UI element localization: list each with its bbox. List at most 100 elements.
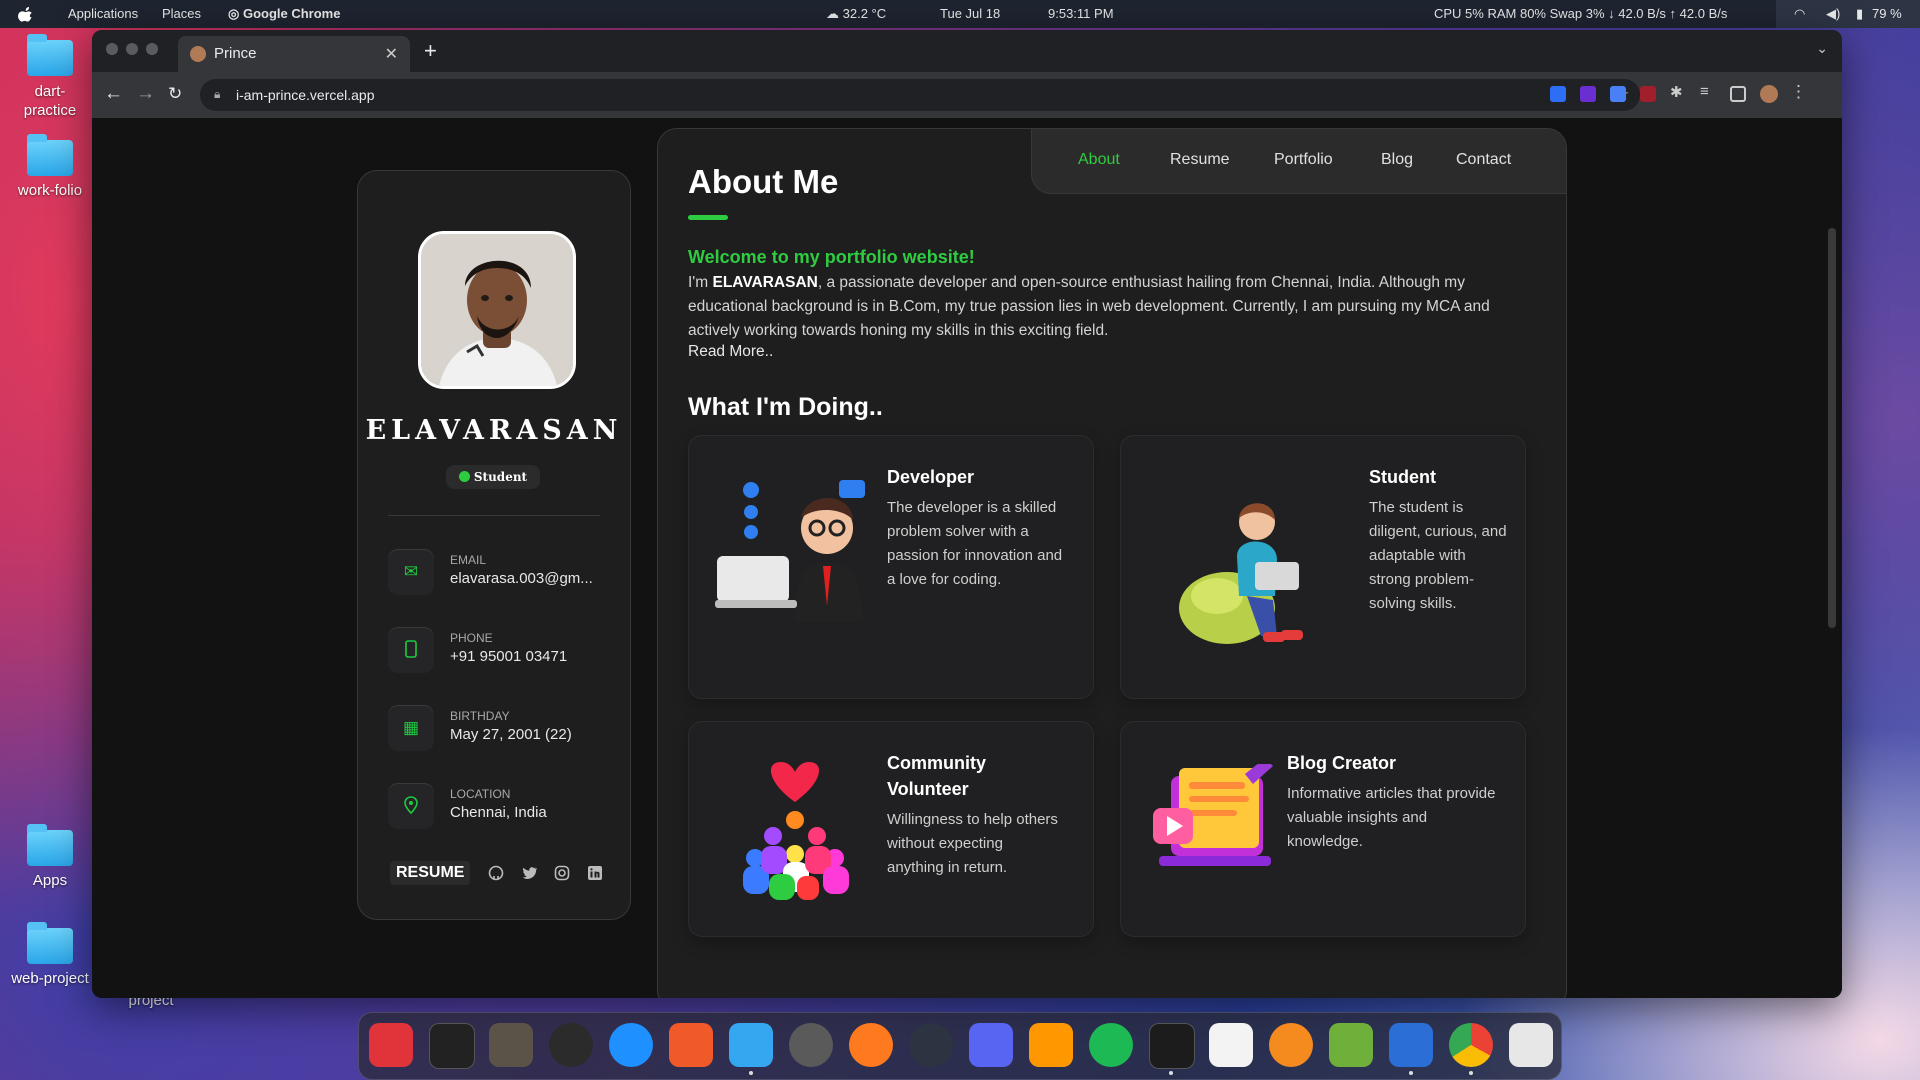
- dock: [358, 1012, 1562, 1080]
- contact-email: ✉ EMAIL elavarasa.003@gm...: [388, 549, 618, 601]
- status-badge: Student: [446, 465, 540, 489]
- minimize-window-button[interactable]: [126, 43, 138, 55]
- desktop-folder-work-folio[interactable]: work-folio: [5, 134, 95, 199]
- nav-contact[interactable]: Contact: [1456, 151, 1511, 169]
- reload-icon[interactable]: ↻: [168, 84, 182, 104]
- service-description: Willingness to help others without expec…: [887, 811, 1058, 876]
- divider: [388, 515, 600, 516]
- finder-app-icon[interactable]: [729, 1023, 773, 1067]
- page-title: About Me: [688, 163, 839, 200]
- notes-app-icon[interactable]: [369, 1023, 413, 1067]
- extension-icon[interactable]: [1550, 86, 1566, 102]
- extension-icon[interactable]: [1610, 86, 1626, 102]
- service-title: Community Volunteer: [887, 753, 986, 799]
- nav-about[interactable]: About: [1078, 151, 1120, 169]
- blender-app-icon[interactable]: [1269, 1023, 1313, 1067]
- nvidia-app-icon[interactable]: [549, 1023, 593, 1067]
- active-app-name[interactable]: ◎ Google Chrome: [228, 6, 340, 22]
- calculator-app-icon[interactable]: [489, 1023, 533, 1067]
- desktop-folder-apps[interactable]: Apps: [5, 824, 95, 889]
- service-title: Student: [1369, 467, 1436, 487]
- chrome-icon: ◎: [228, 6, 243, 21]
- files-app-icon[interactable]: [429, 1023, 475, 1069]
- browser-tab[interactable]: Prince ✕: [178, 36, 410, 72]
- status-tray[interactable]: ◠ ◀) ▮ 79 %: [1776, 0, 1920, 28]
- wifi-icon[interactable]: ◠: [1794, 6, 1805, 22]
- close-window-button[interactable]: [106, 43, 118, 55]
- firefox-app-icon[interactable]: [849, 1023, 893, 1067]
- nav-portfolio[interactable]: Portfolio: [1274, 151, 1333, 169]
- settings-app-icon[interactable]: [789, 1023, 833, 1067]
- chrome-app-icon[interactable]: [1449, 1023, 1493, 1067]
- side-panel-icon[interactable]: [1730, 86, 1746, 102]
- nav-resume[interactable]: Resume: [1170, 151, 1230, 169]
- service-title: Blog Creator: [1287, 753, 1397, 773]
- url-text[interactable]: i-am-prince.vercel.app: [236, 87, 375, 103]
- intro-name: ELAVARASAN: [712, 274, 818, 291]
- profile-photo: [421, 234, 573, 386]
- birthday-value: May 27, 2001 (22): [450, 726, 572, 743]
- resume-button[interactable]: RESUME: [390, 861, 471, 885]
- welcome-heading: Welcome to my portfolio website!: [688, 247, 975, 267]
- github-icon[interactable]: [488, 865, 504, 881]
- browser-toolbar: ← → ↻ 🔒︎ i-am-prince.vercel.app < ☆ ✱ ≡ …: [92, 72, 1842, 118]
- address-bar[interactable]: 🔒︎ i-am-prince.vercel.app < ☆: [200, 79, 1640, 111]
- apple-icon[interactable]: [18, 3, 34, 23]
- skype-app-icon[interactable]: [609, 1023, 653, 1067]
- read-more-link[interactable]: Read More..: [688, 343, 773, 361]
- contact-phone: PHONE +91 95001 03471: [388, 627, 618, 679]
- phone-link[interactable]: +91 95001 03471: [450, 648, 567, 665]
- status-dot-icon: [458, 471, 470, 482]
- git-app-icon[interactable]: [669, 1023, 713, 1067]
- contact-location: LOCATION Chennai, India: [388, 783, 618, 835]
- battery-icon[interactable]: ▮: [1856, 6, 1863, 22]
- email-link[interactable]: elavarasa.003@gm...: [450, 570, 593, 587]
- date-display: Tue Jul 18: [940, 6, 1001, 21]
- discord-app-icon[interactable]: [969, 1023, 1013, 1067]
- virtualbox-app-icon[interactable]: [1329, 1023, 1373, 1067]
- service-card-student: Student The student is diligent, curious…: [1120, 435, 1526, 699]
- service-description: Informative articles that provide valuab…: [1287, 785, 1496, 850]
- new-tab-icon[interactable]: +: [424, 38, 437, 64]
- student-illustration: [1177, 496, 1307, 651]
- service-card-volunteer: Community Volunteer Willingness to help …: [688, 721, 1094, 937]
- places-menu[interactable]: Places: [162, 6, 201, 21]
- page-scrollbar[interactable]: [1828, 228, 1836, 628]
- profile-avatar-icon[interactable]: [1760, 85, 1778, 103]
- vscode-app-icon[interactable]: [1389, 1023, 1433, 1067]
- maximize-window-button[interactable]: [146, 43, 158, 55]
- twitter-icon[interactable]: [521, 865, 538, 881]
- volume-icon[interactable]: ◀): [1826, 6, 1840, 22]
- folder-icon: [27, 134, 73, 176]
- forward-icon[interactable]: →: [136, 83, 155, 105]
- window-controls[interactable]: [106, 42, 166, 60]
- back-icon[interactable]: ←: [104, 83, 123, 105]
- nav-blog[interactable]: Blog: [1381, 151, 1413, 169]
- applications-menu[interactable]: Applications: [68, 6, 138, 21]
- desktop-folder-dart-practice[interactable]: dart- practice: [5, 34, 95, 120]
- reading-list-icon[interactable]: ≡: [1700, 83, 1716, 100]
- puzzle-icon[interactable]: ✱: [1670, 83, 1686, 101]
- location-icon: [388, 783, 434, 829]
- extension-icon[interactable]: [1580, 86, 1596, 102]
- more-menu-icon[interactable]: ⋮: [1790, 82, 1807, 101]
- tab-search-icon[interactable]: ⌄: [1816, 40, 1828, 57]
- extension-icon[interactable]: [1640, 86, 1656, 102]
- sublime-app-icon[interactable]: [1029, 1023, 1073, 1067]
- page-viewport: ELAVARASAN Student ✉ EMAIL elavarasa.003…: [92, 118, 1842, 998]
- spotify-app-icon[interactable]: [1089, 1023, 1133, 1067]
- service-description: The developer is a skilled problem solve…: [887, 499, 1063, 588]
- avatar: [418, 231, 576, 389]
- linkedin-icon[interactable]: [587, 865, 603, 881]
- desktop-folder-web-project[interactable]: web-project: [5, 922, 95, 987]
- stacer-app-icon[interactable]: [909, 1023, 953, 1067]
- system-menubar: Applications Places ◎ Google Chrome ☁ 32…: [0, 0, 1920, 28]
- app-grid-icon[interactable]: [1509, 1023, 1553, 1067]
- instagram-icon[interactable]: [554, 865, 570, 881]
- contact-label: LOCATION: [450, 787, 511, 801]
- clock-display: 9:53:11 PM: [1048, 6, 1114, 21]
- close-tab-icon[interactable]: ✕: [385, 44, 398, 64]
- text-editor-app-icon[interactable]: [1209, 1023, 1253, 1067]
- terminal-app-icon[interactable]: [1149, 1023, 1195, 1069]
- lock-icon[interactable]: 🔒︎: [214, 87, 220, 102]
